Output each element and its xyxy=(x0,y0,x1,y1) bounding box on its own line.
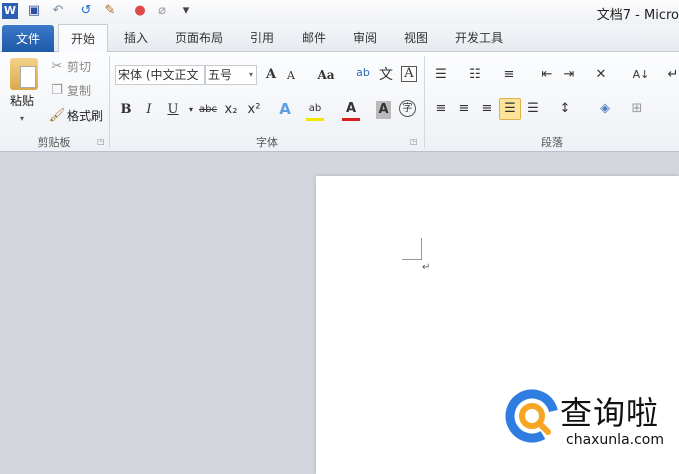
tab-home[interactable]: 开始 xyxy=(58,24,108,53)
cut-icon[interactable]: ✂ xyxy=(48,58,66,76)
multilevel-list-icon[interactable]: ≡ xyxy=(500,66,518,84)
cut-button[interactable]: 剪切 xyxy=(67,58,91,76)
format-painter-button[interactable]: 格式刷 xyxy=(67,107,103,125)
superscript-button[interactable]: x² xyxy=(245,101,263,119)
underline-button[interactable]: U xyxy=(164,101,182,119)
font-group-label: 字体 xyxy=(256,136,278,149)
character-shading-icon[interactable]: A xyxy=(376,101,391,119)
watermark-url: chaxunla.com xyxy=(566,432,664,448)
font-color-icon[interactable]: A xyxy=(342,100,360,121)
phonetic-guide-icon[interactable]: ab xyxy=(354,64,372,82)
numbering-icon[interactable]: ☷ xyxy=(466,66,484,84)
document-page[interactable]: ↵ 查询啦 chaxunla.com xyxy=(316,176,679,474)
wen-icon[interactable]: 文 xyxy=(377,66,395,84)
font-launcher-icon[interactable]: ◳ xyxy=(410,137,418,146)
customize-icon[interactable]: ▾ xyxy=(178,3,194,19)
paste-dropdown-icon[interactable]: ▾ xyxy=(20,110,24,128)
tab-view[interactable]: 视图 xyxy=(396,24,436,52)
clipboard-group-label: 剪贴板 xyxy=(37,136,71,149)
paragraph-mark: ↵ xyxy=(422,262,431,273)
paste-button[interactable]: 粘贴 xyxy=(10,92,34,110)
justify-icon[interactable]: ☰ xyxy=(499,98,521,120)
title-bar: W ▣ ↶ ↺ ✎ ● ⌀ ▾ 文档7 - Micro xyxy=(0,0,679,24)
window-title: 文档7 - Micro xyxy=(596,8,679,23)
save-icon[interactable]: ▣ xyxy=(26,3,42,19)
align-right-icon[interactable]: ≡ xyxy=(478,100,496,118)
paragraph-group-label: 段落 xyxy=(541,136,563,149)
borders-icon[interactable]: ⊞ xyxy=(628,100,646,118)
enclose-characters-icon[interactable]: 字 xyxy=(399,100,416,117)
word-logo-icon[interactable]: W xyxy=(2,3,18,19)
format-painter-icon[interactable]: 🖌 xyxy=(48,107,66,125)
font-name-value: 宋体 (中文正文 xyxy=(118,68,199,82)
copy-icon[interactable]: ❐ xyxy=(48,82,66,100)
color-icon[interactable]: ● xyxy=(132,3,148,19)
clipboard-launcher-icon[interactable]: ◳ xyxy=(97,137,105,146)
ribbon: 粘贴 ▾ ✂ 剪切 ❐ 复制 🖌 格式刷 剪贴板 ◳ 宋体 (中文正文 五号 ▾ … xyxy=(0,52,679,152)
format-icon[interactable]: ✎ xyxy=(102,3,118,19)
sort-icon[interactable]: A↓ xyxy=(632,66,650,84)
highlight-icon[interactable]: ab xyxy=(306,100,324,121)
font-name-combo[interactable]: 宋体 (中文正文 xyxy=(115,65,205,85)
italic-button[interactable]: I xyxy=(140,101,158,119)
bullets-icon[interactable]: ☰ xyxy=(432,66,450,84)
tab-file[interactable]: 文件 xyxy=(2,25,54,52)
draw-icon[interactable]: ⌀ xyxy=(154,3,170,19)
chinese-layout-icon[interactable]: ✕ xyxy=(592,66,610,84)
redo-icon[interactable]: ↺ xyxy=(78,3,94,19)
strikethrough-button[interactable]: abc xyxy=(197,101,219,119)
align-left-icon[interactable]: ≡ xyxy=(432,100,450,118)
paste-icon[interactable] xyxy=(10,58,38,90)
tab-insert[interactable]: 插入 xyxy=(116,24,156,52)
shading-icon[interactable]: ◈ xyxy=(596,100,614,118)
tab-page-layout[interactable]: 页面布局 xyxy=(168,24,230,52)
watermark-brand: 查询啦 xyxy=(560,394,660,432)
shrink-font-icon[interactable]: A xyxy=(282,67,300,85)
margin-corner-mark xyxy=(402,238,422,260)
increase-indent-icon[interactable]: ⇥ xyxy=(560,66,578,84)
copy-button[interactable]: 复制 xyxy=(67,82,91,100)
undo-icon[interactable]: ↶ xyxy=(50,3,66,19)
tab-developer[interactable]: 开发工具 xyxy=(448,24,510,52)
bold-button[interactable]: B xyxy=(117,101,135,119)
subscript-button[interactable]: x₂ xyxy=(222,101,240,119)
ribbon-tabs: 文件 开始 插入 页面布局 引用 邮件 审阅 视图 开发工具 xyxy=(0,24,679,53)
show-marks-icon[interactable]: ↵ xyxy=(664,66,679,84)
font-size-combo[interactable]: 五号 ▾ xyxy=(205,65,257,85)
tab-mailings[interactable]: 邮件 xyxy=(294,24,334,52)
font-size-value: 五号 xyxy=(208,68,233,82)
distributed-icon[interactable]: ☰ xyxy=(524,100,542,118)
tab-references[interactable]: 引用 xyxy=(242,24,282,52)
line-spacing-icon[interactable]: ↕ xyxy=(556,100,574,118)
change-case-icon[interactable]: Aa xyxy=(314,66,338,84)
grow-font-icon[interactable]: A xyxy=(262,66,280,84)
text-effects-icon[interactable]: A xyxy=(276,100,294,118)
align-center-icon[interactable]: ≡ xyxy=(455,100,473,118)
watermark-logo xyxy=(504,388,560,444)
decrease-indent-icon[interactable]: ⇤ xyxy=(538,66,556,84)
tab-review[interactable]: 审阅 xyxy=(345,24,385,52)
character-border-icon[interactable]: A xyxy=(401,66,417,82)
